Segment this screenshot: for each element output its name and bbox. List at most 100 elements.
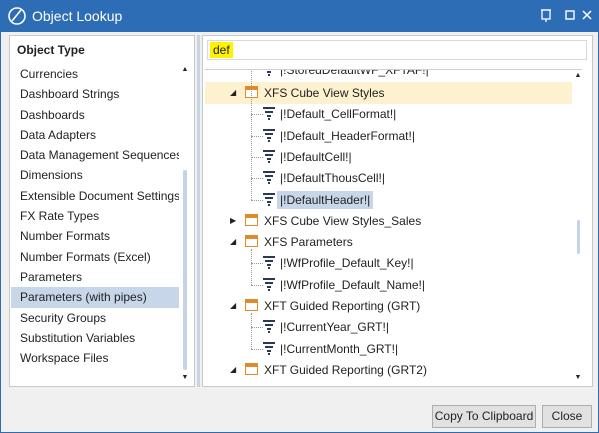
folder-icon bbox=[245, 235, 258, 248]
tree-item[interactable]: |!CurrentMonth_GRT!| bbox=[205, 338, 580, 360]
tree-connector bbox=[251, 327, 263, 329]
tree-connector bbox=[251, 156, 263, 158]
window-title: Object Lookup bbox=[32, 8, 123, 24]
tree-group-label: XFS Cube View Styles bbox=[264, 86, 385, 100]
scroll-thumb[interactable] bbox=[183, 170, 187, 370]
tree-connector bbox=[251, 263, 263, 265]
scroll-up-icon[interactable]: ▲ bbox=[181, 66, 189, 74]
tree-item-label: |!DefaultHeader!| bbox=[277, 190, 374, 209]
close-button[interactable]: Close bbox=[542, 405, 592, 428]
object-type-item[interactable]: Parameters bbox=[11, 267, 180, 287]
tree-connector bbox=[251, 199, 263, 201]
tree-item-label: |!WfProfile_Default_Key!| bbox=[280, 256, 414, 271]
object-type-item[interactable]: Dashboard Strings bbox=[11, 84, 180, 104]
collapse-icon[interactable]: ◢ bbox=[230, 88, 238, 98]
object-type-list: Currencies Dashboard Strings Dashboards Dat… bbox=[11, 64, 180, 384]
tree-item[interactable]: |!Default_CellFormat!| bbox=[205, 103, 580, 125]
tree-item-label: |!DefaultCell!| bbox=[280, 149, 352, 164]
object-type-item[interactable]: Currencies bbox=[11, 64, 180, 84]
tree-group[interactable]: ◢ XFT Guided Reporting (GRT) bbox=[205, 295, 580, 317]
tree-item[interactable]: |!CurrentYear_GRT!| bbox=[205, 316, 580, 338]
tree-item-label: |!DefaultThousCell!| bbox=[280, 171, 385, 186]
tree-item[interactable]: |!DefaultHeader!| bbox=[205, 189, 580, 211]
object-type-item[interactable]: Security Groups bbox=[11, 308, 180, 328]
tree-connector bbox=[251, 114, 263, 116]
tree-connector bbox=[251, 178, 263, 180]
object-type-item[interactable]: Data Management Sequences bbox=[11, 145, 180, 165]
tree-connector bbox=[251, 249, 252, 285]
folder-icon bbox=[245, 299, 258, 311]
tree-item[interactable]: |!Default_HeaderFormat!| bbox=[205, 125, 580, 147]
close-icon[interactable] bbox=[579, 7, 595, 25]
tree-connector bbox=[251, 70, 252, 200]
scroll-thumb[interactable] bbox=[577, 220, 580, 254]
copy-to-clipboard-button[interactable]: Copy To Clipboard bbox=[432, 405, 536, 428]
parameter-filter-icon bbox=[263, 320, 275, 334]
tree-connector bbox=[251, 135, 263, 137]
tree-group-label: XFT Guided Reporting (GRT) bbox=[264, 299, 421, 313]
title-bar: Object Lookup bbox=[1, 1, 598, 32]
maximize-icon[interactable] bbox=[562, 7, 578, 25]
folder-icon bbox=[245, 362, 258, 375]
scroll-up-icon[interactable]: ▲ bbox=[574, 72, 582, 80]
tree-group[interactable]: ◢ XFT Guided Reporting (GRT2) bbox=[205, 359, 580, 381]
collapse-icon[interactable]: ◢ bbox=[230, 365, 238, 375]
collapse-icon[interactable]: ◢ bbox=[230, 237, 238, 247]
object-type-panel: Object Type Currencies Dashboard Strings D… bbox=[9, 35, 195, 387]
tree-group[interactable]: ◢ XFS Parameters bbox=[205, 231, 580, 253]
tree-item-label: |!StoredDefaultWF_XFTAF!| bbox=[280, 69, 429, 77]
object-type-item[interactable]: Dimensions bbox=[11, 165, 180, 185]
tree-group[interactable]: ◢ XFS Cube View Styles bbox=[205, 82, 580, 104]
object-type-item[interactable]: Parameters (with pipes) bbox=[11, 287, 180, 308]
results-tree: |!StoredDefaultWF_XFTAF!| ◢ XFS Cube View … bbox=[205, 69, 582, 385]
search-input[interactable]: def bbox=[207, 40, 587, 60]
tree-group[interactable]: ▶ XFS Cube View Styles_Sales bbox=[205, 210, 580, 232]
object-type-item[interactable]: Number Formats bbox=[11, 226, 180, 246]
object-type-item[interactable]: Number Formats (Excel) bbox=[11, 247, 180, 267]
tree-item[interactable]: |!DefaultThousCell!| bbox=[205, 167, 580, 189]
object-type-item[interactable]: Substitution Variables bbox=[11, 328, 180, 348]
parameter-filter-icon bbox=[263, 107, 275, 121]
parameter-filter-icon bbox=[263, 171, 275, 185]
parameter-filter-icon bbox=[263, 341, 275, 356]
tree-group-label: XFT Guided Reporting (GRT2) bbox=[264, 362, 427, 377]
results-scrollbar[interactable]: ▲ ▼ bbox=[572, 70, 585, 384]
search-value: def bbox=[210, 42, 233, 58]
tree-item-label: |!Default_CellFormat!| bbox=[280, 107, 397, 122]
app-logo-icon bbox=[8, 7, 26, 25]
tree-item-label: |!CurrentYear_GRT!| bbox=[280, 320, 389, 335]
object-type-item[interactable]: Extensible Document Settings bbox=[11, 186, 180, 206]
scroll-down-icon[interactable]: ▼ bbox=[181, 374, 189, 382]
pin-icon[interactable] bbox=[538, 7, 554, 25]
parameter-filter-icon bbox=[263, 192, 275, 207]
collapse-icon[interactable]: ◢ bbox=[230, 301, 238, 311]
tree-item[interactable]: |!DefaultCell!| bbox=[205, 146, 580, 168]
parameter-filter-icon bbox=[263, 277, 275, 292]
tree-item-label: |!WfProfile_Default_Name!| bbox=[280, 277, 425, 292]
tree-connector bbox=[251, 284, 263, 286]
tree-item[interactable]: |!WfProfile_Default_Key!| bbox=[205, 252, 580, 274]
object-type-item[interactable]: FX Rate Types bbox=[11, 206, 180, 226]
parameter-filter-icon bbox=[263, 70, 275, 77]
parameter-filter-icon bbox=[263, 128, 275, 143]
lookup-results-panel: def |!StoredDefaultWF_XFTAF!| ◢ XFS Cube V… bbox=[202, 35, 593, 387]
panel-splitter[interactable] bbox=[197, 35, 200, 387]
tree-item[interactable]: |!WfProfile_Default_Name!| bbox=[205, 274, 580, 296]
object-type-item[interactable]: Workspace Files bbox=[11, 348, 180, 368]
scroll-down-icon[interactable]: ▼ bbox=[574, 374, 582, 382]
object-type-scrollbar[interactable]: ▲ ▼ bbox=[179, 64, 192, 384]
parameter-filter-icon bbox=[263, 149, 275, 164]
tree-group-label: XFS Cube View Styles_Sales bbox=[264, 213, 422, 228]
tree-group-label: XFS Parameters bbox=[264, 235, 353, 250]
object-type-item[interactable]: Data Adapters bbox=[11, 125, 180, 145]
parameter-filter-icon bbox=[263, 256, 275, 270]
object-type-header: Object Type bbox=[17, 43, 85, 57]
expand-icon[interactable]: ▶ bbox=[230, 216, 238, 226]
tree-connector bbox=[251, 348, 263, 350]
folder-icon bbox=[245, 213, 258, 226]
object-lookup-window: Object Lookup Object Type Currencies Dash… bbox=[0, 0, 599, 433]
tree-item-label: |!Default_HeaderFormat!| bbox=[280, 128, 415, 143]
tree-item-partial[interactable]: |!StoredDefaultWF_XFTAF!| bbox=[205, 69, 580, 81]
object-type-item[interactable]: Dashboards bbox=[11, 105, 180, 125]
tree-item-label: |!CurrentMonth_GRT!| bbox=[280, 341, 399, 356]
